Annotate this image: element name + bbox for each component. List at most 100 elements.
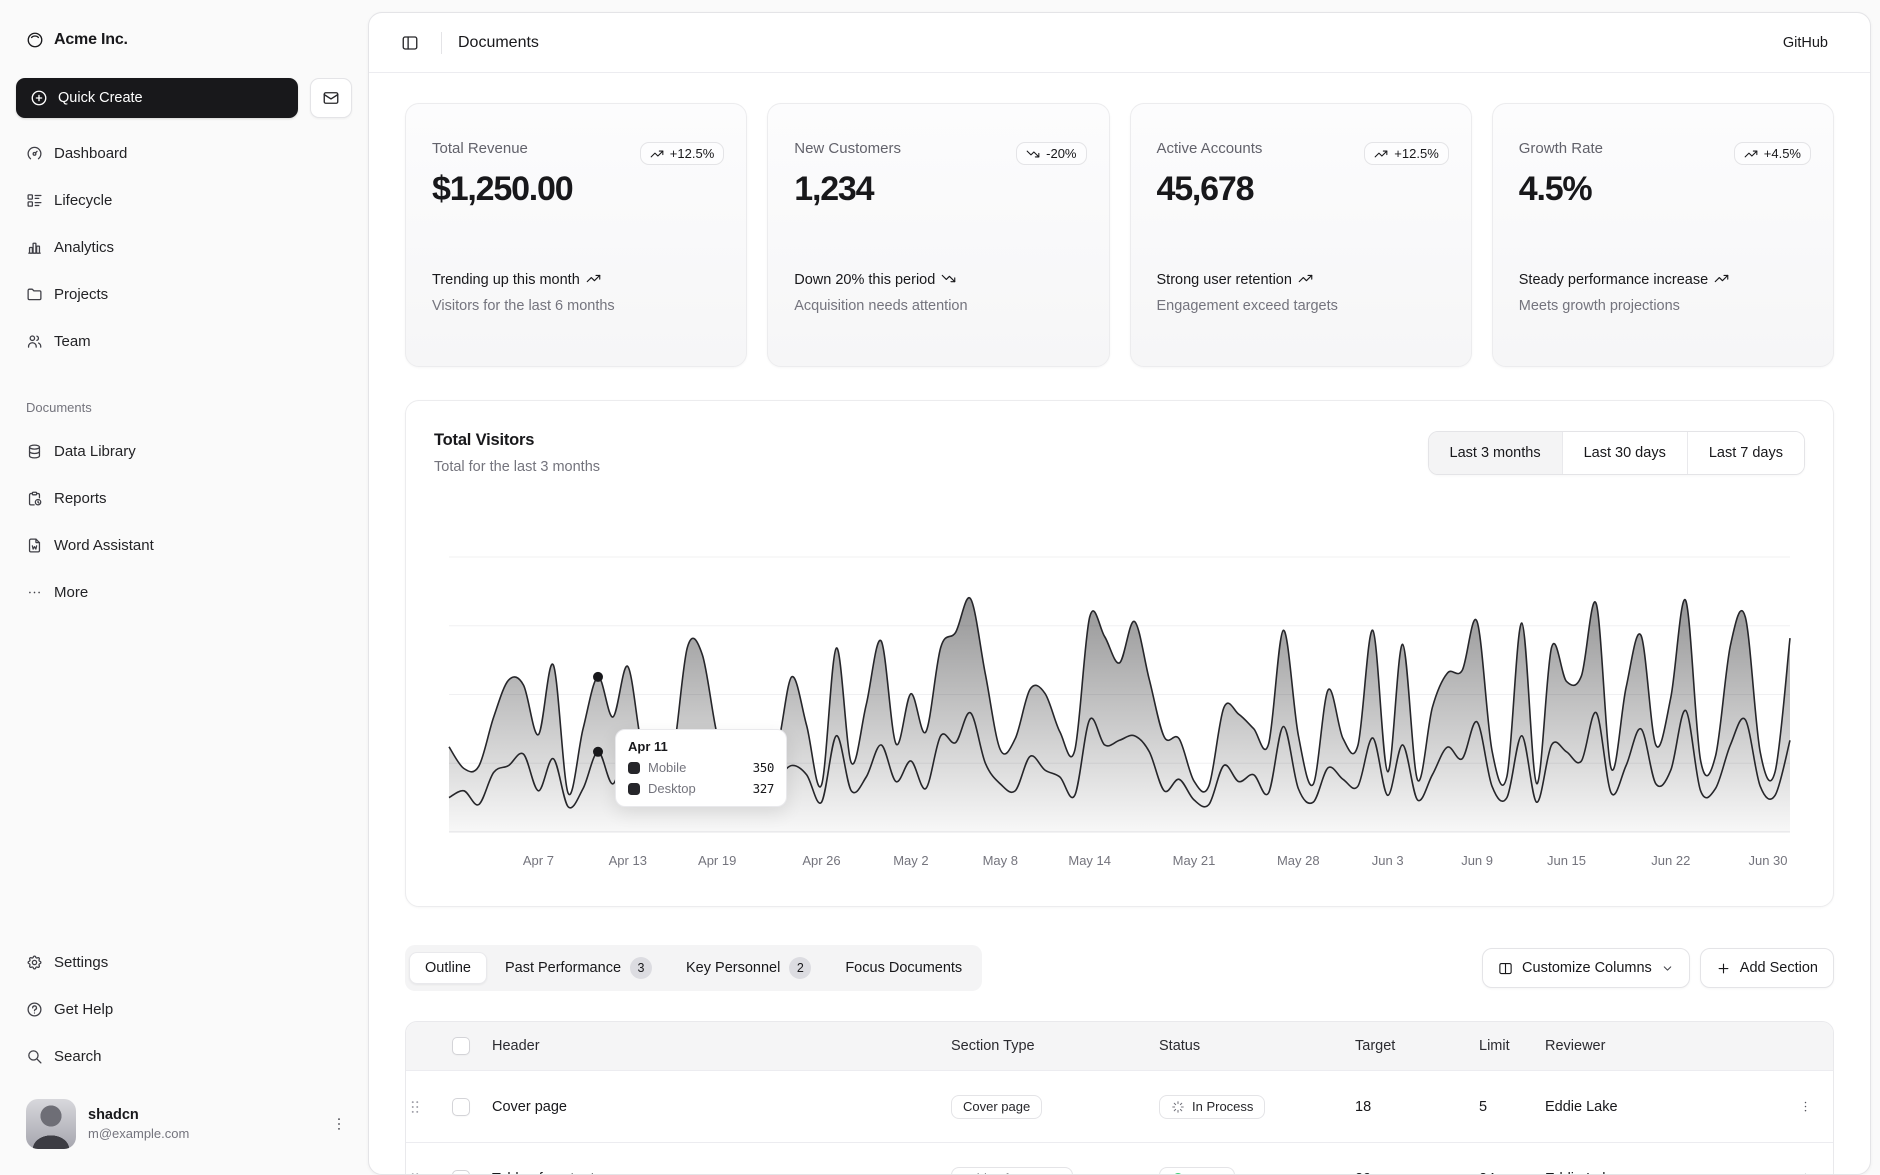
column-reviewer: Reviewer [1545, 1038, 1777, 1054]
tab-key-personnel[interactable]: Key Personnel 2 [670, 949, 827, 987]
quick-create-button[interactable]: Quick Create [16, 78, 298, 118]
sidebar-item-analytics[interactable]: Analytics [16, 228, 352, 266]
row-status-cell: In Process [1159, 1095, 1355, 1119]
trending-down-icon [1026, 147, 1040, 161]
row-section-type-cell: Table of contents [951, 1167, 1159, 1175]
trending-up-icon [1298, 271, 1313, 286]
plus-icon [1716, 961, 1731, 976]
tooltip-row-desktop: Desktop 327 [628, 781, 774, 796]
sidebar-toggle-button[interactable] [395, 28, 425, 58]
sidebar-item-dashboard[interactable]: Dashboard [16, 134, 352, 172]
sidebar-item-label: Projects [54, 286, 108, 303]
list-details-icon [26, 192, 43, 209]
sidebar-item-search[interactable]: Search [16, 1037, 352, 1075]
sidebar-item-settings[interactable]: Settings [16, 943, 352, 981]
range-option-last-3-months[interactable]: Last 3 months [1429, 432, 1562, 474]
sidebar-item-lifecycle[interactable]: Lifecycle [16, 181, 352, 219]
row-section-type-cell: Cover page [951, 1095, 1159, 1119]
brand-name: Acme Inc. [54, 31, 128, 49]
row-actions-button[interactable] [1790, 1092, 1820, 1122]
tab-outline[interactable]: Outline [409, 952, 487, 984]
row-target-cell[interactable]: 29 [1355, 1171, 1479, 1175]
sidebar-item-more[interactable]: More [16, 573, 352, 611]
svg-text:Apr 7: Apr 7 [523, 853, 554, 868]
status-badge: Done [1159, 1167, 1235, 1175]
section-type-badge: Cover page [951, 1095, 1042, 1119]
header-divider [441, 32, 442, 54]
row-status-cell: Done [1159, 1167, 1355, 1175]
svg-text:Apr 26: Apr 26 [802, 853, 840, 868]
row-reviewer-cell[interactable]: Eddie Lake [1545, 1099, 1777, 1115]
chart-range-toggle: Last 3 months Last 30 days Last 7 days [1428, 431, 1805, 475]
svg-text:Apr 13: Apr 13 [609, 853, 647, 868]
sidebar-spacer [16, 611, 352, 927]
svg-text:May 28: May 28 [1277, 853, 1320, 868]
column-section-type: Section Type [951, 1038, 1159, 1054]
row-reviewer-cell[interactable]: Eddie Lake [1545, 1171, 1777, 1175]
content: Total Revenue +12.5% $1,250.00 Trending … [369, 73, 1870, 1175]
drag-handle-icon[interactable] [406, 1170, 424, 1175]
tab-count-badge: 3 [630, 957, 652, 979]
sidebar-item-label: More [54, 584, 88, 601]
customize-columns-button[interactable]: Customize Columns [1482, 948, 1690, 988]
row-header-cell[interactable]: Table of contents [492, 1171, 951, 1175]
trend-badge: +12.5% [1364, 142, 1448, 165]
bar-chart-icon [26, 239, 43, 256]
row-checkbox[interactable] [452, 1098, 470, 1116]
row-checkbox[interactable] [452, 1170, 470, 1175]
area-chart[interactable]: Apr 7Apr 13Apr 19Apr 26May 2May 8May 14M… [434, 507, 1805, 882]
trending-up-icon [650, 147, 664, 161]
range-option-last-7-days[interactable]: Last 7 days [1687, 432, 1804, 474]
tooltip-date: Apr 11 [628, 739, 774, 754]
stat-footer-sub: Meets growth projections [1519, 298, 1807, 314]
sidebar-item-word-assistant[interactable]: Word Assistant [16, 526, 352, 564]
tab-count-badge: 2 [789, 957, 811, 979]
sidebar-item-data-library[interactable]: Data Library [16, 432, 352, 470]
desktop-series-swatch [628, 783, 640, 795]
panel-left-icon [401, 34, 419, 52]
trending-up-icon [1374, 147, 1388, 161]
trending-down-icon [941, 271, 956, 286]
chevron-down-icon [1661, 962, 1674, 975]
select-all-checkbox[interactable] [452, 1037, 470, 1055]
search-icon [26, 1048, 43, 1065]
user-email: m@example.com [88, 1125, 189, 1143]
user-menu-dots-icon[interactable] [330, 1115, 348, 1133]
dots-vertical-icon [1798, 1171, 1813, 1175]
row-limit-cell[interactable]: 5 [1479, 1099, 1545, 1115]
sidebar-item-reports[interactable]: Reports [16, 479, 352, 517]
quick-create-label: Quick Create [58, 90, 143, 106]
stat-value: 1,234 [794, 170, 1082, 209]
row-actions-button[interactable] [1790, 1164, 1820, 1175]
sidebar-item-label: Search [54, 1048, 102, 1065]
add-section-button[interactable]: Add Section [1700, 948, 1834, 988]
tab-past-performance[interactable]: Past Performance 3 [489, 949, 668, 987]
inbox-button[interactable] [310, 78, 352, 118]
range-option-last-30-days[interactable]: Last 30 days [1562, 432, 1687, 474]
column-limit: Limit [1479, 1038, 1545, 1054]
area-chart-svg: Apr 7Apr 13Apr 19Apr 26May 2May 8May 14M… [434, 507, 1805, 882]
sections-table: Header Section Type Status Target Limit … [405, 1021, 1834, 1175]
trending-up-icon [1744, 147, 1758, 161]
drag-handle-icon[interactable] [406, 1098, 424, 1116]
row-limit-cell[interactable]: 24 [1479, 1171, 1545, 1175]
sidebar-item-label: Lifecycle [54, 192, 112, 209]
trend-badge: +4.5% [1734, 142, 1811, 165]
table-toolbar: Outline Past Performance 3 Key Personnel… [405, 945, 1834, 991]
sidebar-item-team[interactable]: Team [16, 322, 352, 360]
sidebar-item-projects[interactable]: Projects [16, 275, 352, 313]
table-row: Cover page Cover page In Process 18 5 Ed… [406, 1070, 1833, 1142]
tab-focus-documents[interactable]: Focus Documents [829, 952, 978, 984]
plus-circle-icon [30, 89, 48, 107]
stat-value: 4.5% [1519, 170, 1807, 209]
sidebar-item-get-help[interactable]: Get Help [16, 990, 352, 1028]
row-header-cell[interactable]: Cover page [492, 1099, 951, 1115]
database-icon [26, 443, 43, 460]
table-row: Table of contents Table of contents Done… [406, 1142, 1833, 1175]
page-title: Documents [458, 34, 539, 52]
row-target-cell[interactable]: 18 [1355, 1099, 1479, 1115]
user-menu[interactable]: shadcn m@example.com [16, 1099, 352, 1149]
help-circle-icon [26, 1001, 43, 1018]
brand[interactable]: Acme Inc. [16, 18, 352, 62]
github-link[interactable]: GitHub [1783, 35, 1828, 51]
